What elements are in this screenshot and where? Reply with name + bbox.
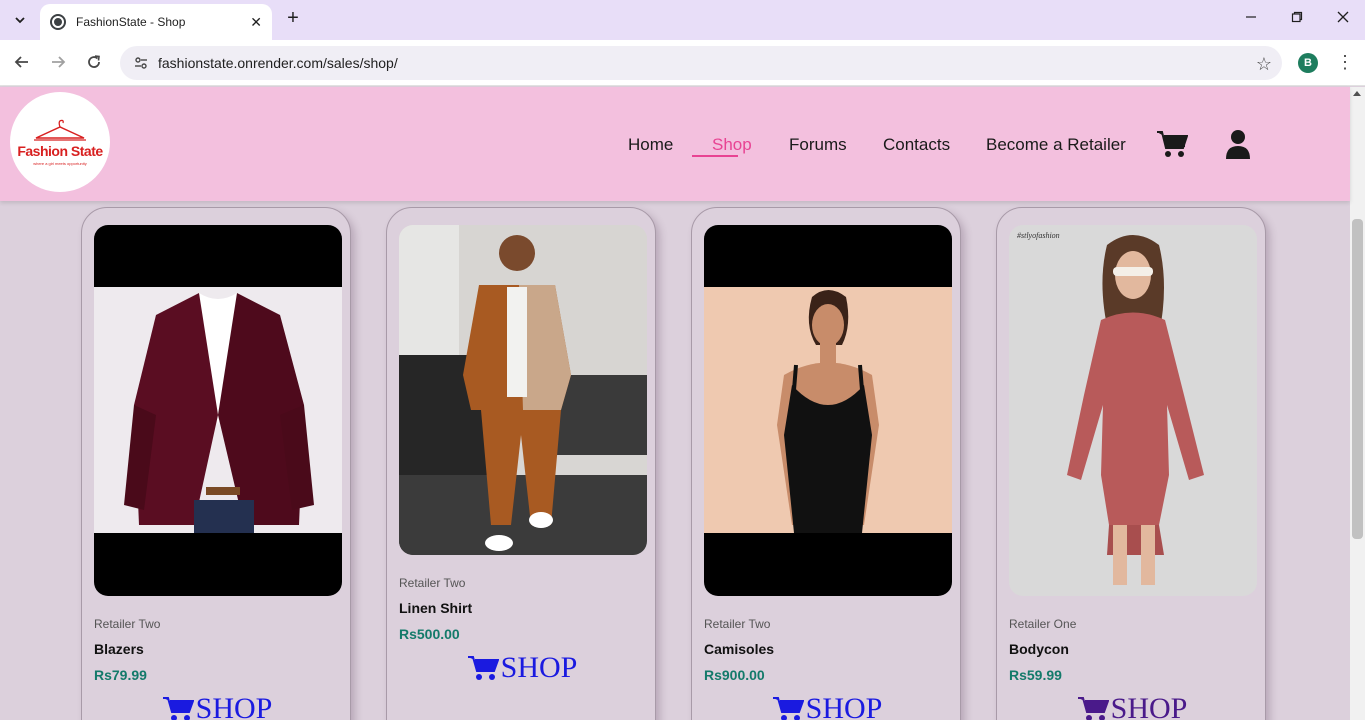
image-watermark: #stlyofashion xyxy=(1017,231,1060,240)
restore-icon[interactable] xyxy=(1291,10,1303,26)
back-arrow-icon[interactable] xyxy=(12,52,32,72)
nav-home[interactable]: Home xyxy=(628,135,673,155)
hanger-icon xyxy=(34,119,86,141)
reload-icon[interactable] xyxy=(84,52,104,72)
nav-become-retailer[interactable]: Become a Retailer xyxy=(986,135,1126,155)
product-price: Rs79.99 xyxy=(94,667,147,683)
product-name: Linen Shirt xyxy=(399,600,473,616)
product-card[interactable]: #stlyofashion Retailer One Bodycon Rs59.… xyxy=(996,207,1266,720)
blazer-image xyxy=(94,287,342,533)
url-text: fashionstate.onrender.com/sales/shop/ xyxy=(158,55,398,71)
linen-shirt-image xyxy=(399,225,647,555)
cart-icon[interactable] xyxy=(1156,129,1189,164)
user-account-icon[interactable] xyxy=(1225,129,1251,164)
browser-menu-icon[interactable]: ⋮ xyxy=(1336,52,1354,73)
product-name: Bodycon xyxy=(1009,641,1069,657)
tab-title: FashionState - Shop xyxy=(76,15,186,29)
product-retailer: Retailer Two xyxy=(399,576,466,590)
bookmark-star-icon[interactable]: ☆ xyxy=(1256,54,1272,75)
page-scrollbar[interactable] xyxy=(1350,87,1365,720)
product-name: Blazers xyxy=(94,641,144,657)
cart-icon xyxy=(1077,697,1109,720)
shop-button[interactable]: SHOP xyxy=(692,692,962,720)
site-header: Fashion State where a girl meets opportu… xyxy=(0,87,1350,201)
nav-contacts[interactable]: Contacts xyxy=(883,135,950,155)
cart-icon xyxy=(772,697,804,720)
logo-brand-text: Fashion State xyxy=(17,142,103,159)
product-image[interactable] xyxy=(399,225,647,555)
product-image[interactable] xyxy=(94,225,342,596)
browser-toolbar: fashionstate.onrender.com/sales/shop/ ☆ xyxy=(0,40,1365,86)
new-tab-icon[interactable]: + xyxy=(282,8,304,30)
shop-button-label: SHOP xyxy=(805,692,883,720)
product-price: Rs900.00 xyxy=(704,667,765,683)
site-settings-icon[interactable] xyxy=(134,56,148,70)
product-retailer: Retailer Two xyxy=(94,617,161,631)
scroll-up-arrow-icon[interactable] xyxy=(1353,91,1361,96)
scrollbar-thumb[interactable] xyxy=(1352,219,1363,539)
product-price: Rs59.99 xyxy=(1009,667,1062,683)
profile-avatar[interactable]: B xyxy=(1298,53,1318,73)
product-card[interactable]: Retailer Two Blazers Rs79.99 SHOP xyxy=(81,207,351,720)
product-image[interactable]: #stlyofashion xyxy=(1009,225,1257,596)
shop-button-label: SHOP xyxy=(195,692,273,720)
product-image[interactable] xyxy=(704,225,952,596)
product-price: Rs500.00 xyxy=(399,626,460,642)
product-card[interactable]: Retailer Two Camisoles Rs900.00 SHOP xyxy=(691,207,961,720)
product-retailer: Retailer Two xyxy=(704,617,771,631)
cart-icon xyxy=(162,697,194,720)
nav-shop[interactable]: Shop xyxy=(712,135,752,155)
product-card[interactable]: Retailer Two Linen Shirt Rs500.00 SHOP xyxy=(386,207,656,720)
product-retailer: Retailer One xyxy=(1009,617,1077,631)
nav-active-underline xyxy=(692,155,738,157)
cart-icon xyxy=(467,656,499,680)
shop-button[interactable]: SHOP xyxy=(997,692,1267,720)
bodycon-image: #stlyofashion xyxy=(1017,231,1204,585)
shop-button-label: SHOP xyxy=(500,651,578,684)
shop-button-label: SHOP xyxy=(1110,692,1188,720)
tab-favicon-icon xyxy=(50,14,66,30)
minimize-icon[interactable] xyxy=(1245,10,1257,26)
nav-forums[interactable]: Forums xyxy=(789,135,847,155)
logo-tagline: where a girl meets opportunity xyxy=(33,160,87,166)
tab-list-chevron-icon[interactable] xyxy=(8,8,32,32)
shop-button[interactable]: SHOP xyxy=(387,651,657,685)
camisole-image xyxy=(704,287,952,533)
forward-arrow-icon[interactable] xyxy=(48,52,68,72)
close-window-icon[interactable] xyxy=(1337,10,1349,26)
product-name: Camisoles xyxy=(704,641,775,657)
site-logo[interactable]: Fashion State where a girl meets opportu… xyxy=(10,92,110,192)
address-bar[interactable]: fashionstate.onrender.com/sales/shop/ ☆ xyxy=(120,46,1282,80)
tab-close-icon[interactable]: ✕ xyxy=(250,14,262,31)
browser-tab-bar: FashionState - Shop ✕ + xyxy=(0,0,1365,40)
browser-tab[interactable]: FashionState - Shop ✕ xyxy=(40,4,272,40)
shop-button[interactable]: SHOP xyxy=(82,692,352,720)
